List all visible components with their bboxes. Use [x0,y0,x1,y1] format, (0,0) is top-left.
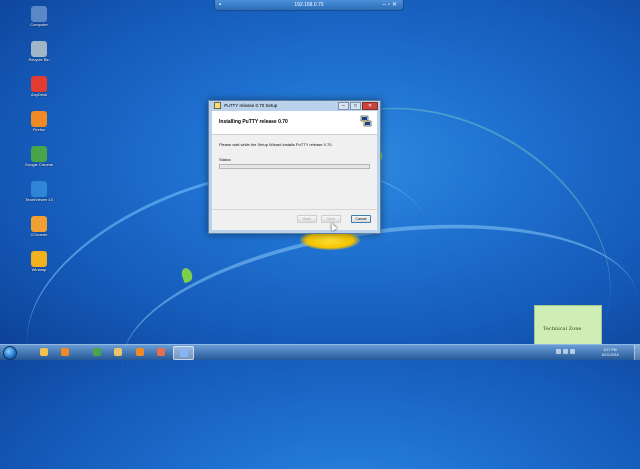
remote-session-title: 192.168.0.70 [294,2,324,8]
folder-icon [39,348,48,356]
desktop-icon-recycle-bin[interactable]: Recycle Bin [22,41,56,71]
vlc-icon [31,251,47,267]
desktop-icon-label: Computer [30,22,48,27]
cancel-button[interactable]: Cancel [351,215,371,223]
taskbar-app-google-chrome[interactable] [87,346,106,358]
desktop-icon-vlc[interactable]: Winamp [22,251,56,281]
start-button[interactable] [3,346,17,360]
firefox-icon [135,348,144,356]
desktop-icon-label: Winamp [31,267,47,272]
desktop-icon-label: Recycle Bin [28,57,50,62]
installer-icon [214,102,221,110]
window-controls: – □ ✕ [338,102,378,110]
desktop-icon-ccleaner[interactable]: CCleaner [22,216,56,246]
firefox-icon [31,111,47,127]
desktop-icon-firefox[interactable]: Firefox [22,111,56,141]
desktop-icon-label: TeamViewer 13 [25,197,53,202]
remote-session-controls[interactable]: –▫✕ [383,0,400,10]
show-desktop-button[interactable] [634,345,640,360]
status-label: Status: [219,157,232,162]
ccleaner-icon [31,216,47,232]
dialog-titlebar[interactable]: PuTTY release 0.70 Setup – □ ✕ [209,101,380,110]
chrome-icon [31,146,47,162]
desktop-icon-column: Computer Recycle Bin AnyDesk Firefox Goo… [22,6,56,286]
desktop-icon-label: Google Chrome [24,162,54,167]
taskbar: 3:27 PM 10/11/2018 [0,344,640,360]
folder-icon [113,348,122,356]
next-button[interactable]: Next [321,215,341,223]
remote-session-bar: ▪ 192.168.0.70 –▫✕ [214,0,404,11]
desktop-icon-label: Firefox [32,127,46,132]
volume-icon[interactable] [569,349,575,354]
desktop-icon-anydesk[interactable]: AnyDesk [22,76,56,106]
desktop-icon-teamviewer[interactable]: TeamViewer 13 [22,181,56,211]
taskbar-app-paint[interactable] [151,346,170,358]
dialog-content: Installing PuTTY release 0.70 Please wai… [212,111,377,230]
maximize-button[interactable]: □ [350,102,361,110]
network-icon[interactable] [562,349,568,354]
anydesk-icon [31,76,47,92]
back-button[interactable]: Back [297,215,317,223]
close-button[interactable]: ✕ [362,102,378,110]
desktop-icon-computer[interactable]: Computer [22,6,56,36]
chrome-icon [92,348,101,356]
wallpaper-leaf [179,266,195,284]
dialog-body: Please wait while the Setup Wizard insta… [212,135,377,176]
putty-icon [179,349,188,357]
media-player-icon [60,348,69,356]
dialog-message: Please wait while the Setup Wizard insta… [219,142,333,147]
setup-dialog: PuTTY release 0.70 Setup – □ ✕ Installing … [208,100,381,234]
dialog-footer: Back Next Cancel [212,209,377,230]
watermark-text: Technical Zone [543,326,582,332]
tray-icons[interactable] [546,349,586,355]
watermark-note: Technical Zone [534,305,602,345]
dialog-heading: Installing PuTTY release 0.70 [219,119,288,125]
recycle-bin-icon [31,41,47,57]
paint-icon [156,348,165,356]
computer-icon [31,6,47,22]
clock[interactable]: 3:27 PM 10/11/2018 [594,348,626,358]
install-progress-bar [219,164,370,169]
taskbar-app-media-player[interactable] [55,346,74,358]
desktop-icon-google-chrome[interactable]: Google Chrome [22,146,56,176]
flag-icon[interactable] [555,349,561,354]
teamviewer-icon [31,181,47,197]
taskbar-app-explorer[interactable] [34,346,53,358]
desktop-icon-label: AnyDesk [30,92,47,97]
pin-icon[interactable]: ▪ [219,1,221,9]
taskbar-app-firefox[interactable] [130,346,149,358]
dialog-header: Installing PuTTY release 0.70 [212,111,377,135]
taskbar-app-file-explorer[interactable] [108,346,127,358]
desktop-icon-label: CCleaner [30,232,48,237]
putty-icon [360,115,372,127]
clock-date: 10/11/2018 [601,353,619,357]
dialog-title: PuTTY release 0.70 Setup [224,103,278,108]
taskbar-app-putty-setup[interactable] [173,346,194,360]
minimize-button[interactable]: – [338,102,349,110]
